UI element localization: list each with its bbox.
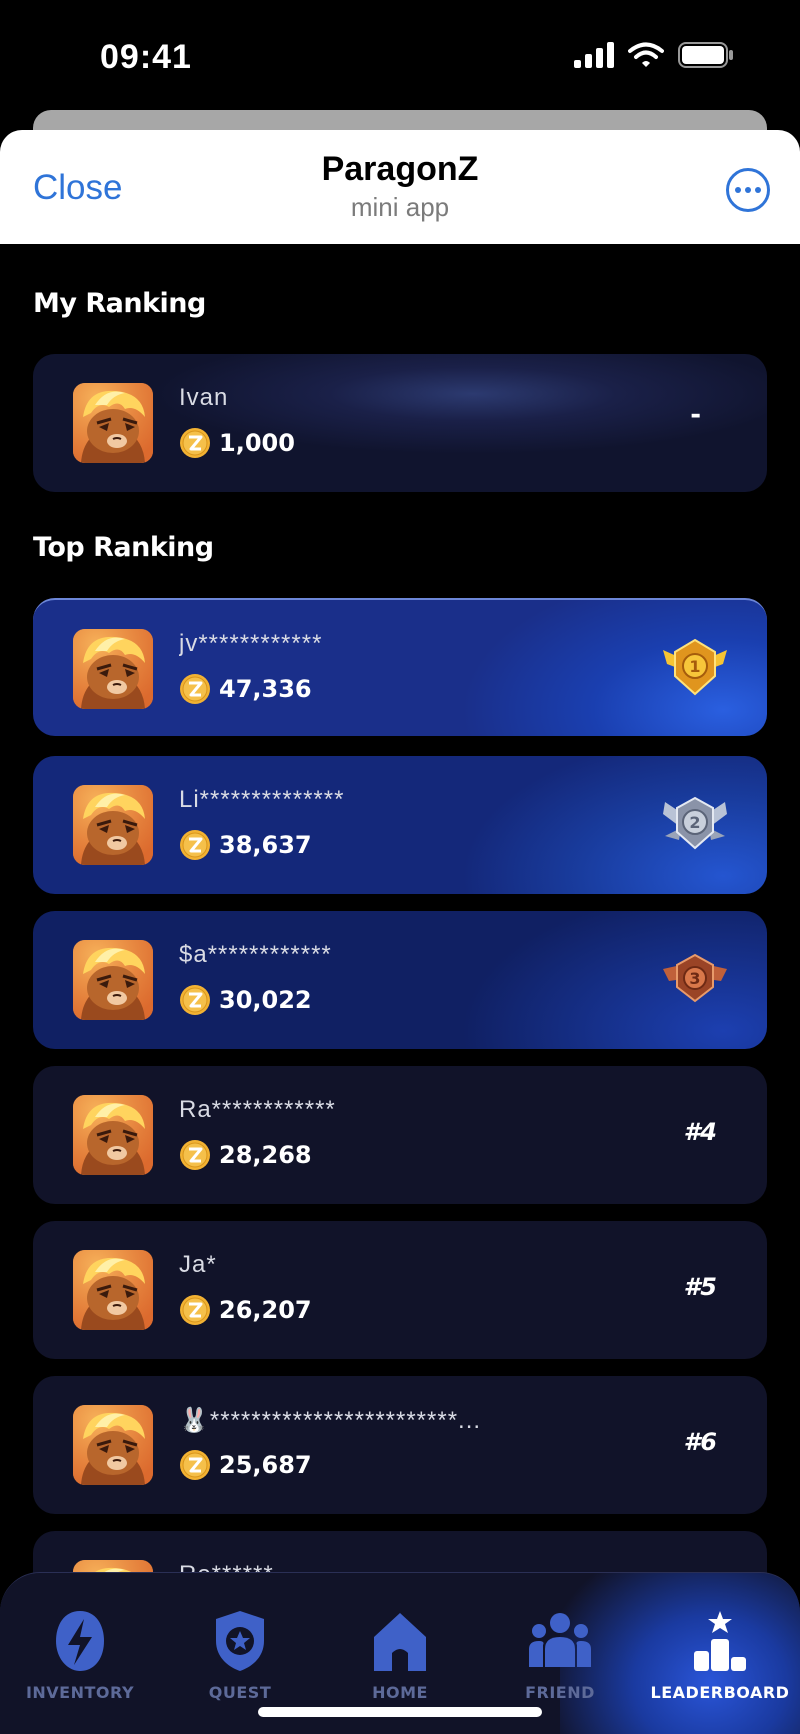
coin-icon xyxy=(179,1139,211,1171)
coin-icon xyxy=(179,1294,211,1326)
svg-text:2: 2 xyxy=(689,813,700,832)
friends-icon xyxy=(529,1613,591,1667)
player-name: jv************ xyxy=(179,630,323,657)
my-ranking-title: My Ranking xyxy=(33,288,206,319)
nav-tab-home[interactable]: HOME xyxy=(320,1609,480,1702)
score-value: 26,207 xyxy=(219,1296,312,1324)
player-score: 47,336 xyxy=(179,673,312,705)
wifi-icon xyxy=(628,42,664,67)
status-icons xyxy=(574,42,734,68)
lightning-icon xyxy=(56,1611,104,1671)
score-value: 38,637 xyxy=(219,831,312,859)
coin-icon xyxy=(179,829,211,861)
player-score: 38,637 xyxy=(179,829,312,861)
player-score: 30,022 xyxy=(179,984,312,1016)
nav-tab-quest[interactable]: QUEST xyxy=(160,1609,320,1702)
home-indicator[interactable] xyxy=(258,1707,542,1717)
score-value: 28,268 xyxy=(219,1141,312,1169)
avatar xyxy=(73,1405,153,1485)
nav-label: LEADERBOARD xyxy=(650,1683,790,1702)
player-name: Ra************ xyxy=(179,1096,336,1123)
status-time: 09:41 xyxy=(100,38,192,76)
more-dot-icon xyxy=(735,187,741,193)
leaderboard-row: $a************ 30,022 3 xyxy=(33,911,767,1049)
status-bar: 09:41 xyxy=(0,0,800,110)
leaderboard-row: 🐰************************... 25,687 #6 xyxy=(33,1376,767,1514)
player-score: 25,687 xyxy=(179,1449,312,1481)
player-name: Li************** xyxy=(179,786,345,813)
mini-app-header: Close ParagonZ mini app xyxy=(0,130,800,244)
avatar xyxy=(73,1095,153,1175)
app-title: ParagonZ xyxy=(321,150,479,188)
podium-icon xyxy=(694,1611,746,1671)
avatar xyxy=(73,629,153,709)
my-ranking-card: Ivan 1,000 - xyxy=(33,354,767,492)
player-score: 26,207 xyxy=(179,1294,312,1326)
leaderboard-row: jv************ 47,336 1 xyxy=(33,598,767,736)
cellular-signal-icon xyxy=(574,42,614,68)
battery-icon xyxy=(678,42,733,68)
player-name: $a************ xyxy=(179,941,332,968)
more-options-button[interactable] xyxy=(726,168,770,212)
nav-label: QUEST xyxy=(208,1683,272,1702)
score-value: 30,022 xyxy=(219,986,312,1014)
svg-text:3: 3 xyxy=(689,969,700,988)
player-name: Ja* xyxy=(179,1251,217,1278)
nav-label: INVENTORY xyxy=(25,1683,135,1702)
player-name: 🐰************************... xyxy=(179,1407,482,1434)
svg-text:1: 1 xyxy=(689,657,700,676)
nav-label: HOME xyxy=(372,1683,428,1702)
nav-tab-friend[interactable]: FRIEND xyxy=(480,1609,640,1702)
rank-value: - xyxy=(690,400,701,430)
home-icon xyxy=(374,1613,426,1671)
coin-icon xyxy=(179,1449,211,1481)
coin-icon xyxy=(179,673,211,705)
leaderboard-row: Li************** 38,637 2 xyxy=(33,756,767,894)
leaderboard-row: Ra************ 28,268 #4 xyxy=(33,1066,767,1204)
player-name: Ivan xyxy=(179,384,229,411)
rank-value: #4 xyxy=(683,1118,717,1146)
shield-star-icon xyxy=(216,1611,264,1671)
more-dot-icon xyxy=(755,187,761,193)
score-value: 25,687 xyxy=(219,1451,312,1479)
player-score: 1,000 xyxy=(179,427,295,459)
nav-tab-leaderboard[interactable]: LEADERBOARD xyxy=(640,1609,800,1702)
bronze-medal-icon: 3 xyxy=(663,953,727,1003)
top-ranking-title: Top Ranking xyxy=(33,532,214,563)
nav-tab-inventory[interactable]: INVENTORY xyxy=(0,1609,160,1702)
avatar xyxy=(73,1250,153,1330)
score-value: 47,336 xyxy=(219,675,312,703)
coin-icon xyxy=(179,984,211,1016)
app-subtitle: mini app xyxy=(350,192,450,222)
score-value: 1,000 xyxy=(219,429,295,457)
avatar xyxy=(73,785,153,865)
silver-medal-icon: 2 xyxy=(663,796,727,850)
gold-medal-icon: 1 xyxy=(663,638,727,696)
coin-icon xyxy=(179,427,211,459)
rank-value: #5 xyxy=(683,1273,717,1301)
more-dot-icon xyxy=(745,187,751,193)
rank-value: #6 xyxy=(683,1428,717,1456)
avatar xyxy=(73,383,153,463)
leaderboard-row: Ja* 26,207 #5 xyxy=(33,1221,767,1359)
nav-label: FRIEND xyxy=(525,1683,595,1702)
player-score: 28,268 xyxy=(179,1139,312,1171)
avatar xyxy=(73,940,153,1020)
